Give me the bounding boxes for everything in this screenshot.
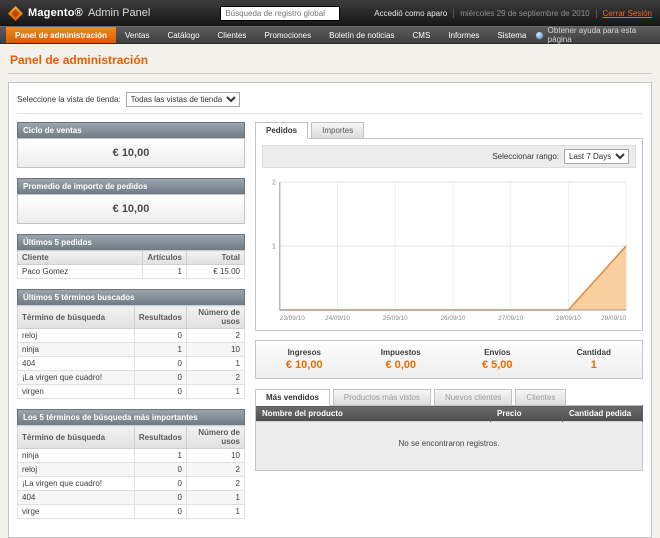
app-title: Admin Panel xyxy=(88,7,150,19)
total-ingresos: Ingresos € 10,00 xyxy=(256,346,353,373)
last-search-table: Término de búsqueda Resultados Número de… xyxy=(17,305,245,399)
last-orders-box: Últimos 5 pedidos Cliente Artículos Tota… xyxy=(17,234,245,279)
average-orders-value: € 10,00 xyxy=(17,194,245,224)
brand-name: Magento® xyxy=(28,7,83,19)
svg-text:28/09/10: 28/09/10 xyxy=(556,315,581,322)
global-search-input[interactable] xyxy=(220,6,340,21)
nav-item-cms[interactable]: CMS xyxy=(404,27,440,43)
total-cantidad: Cantidad 1 xyxy=(546,346,643,373)
svg-text:26/09/10: 26/09/10 xyxy=(440,315,465,322)
svg-text:25/09/10: 25/09/10 xyxy=(383,315,408,322)
svg-text:27/09/10: 27/09/10 xyxy=(498,315,523,322)
average-orders-title: Promedio de importe de pedidos xyxy=(17,178,245,194)
nav-item-boletin[interactable]: Boletín de noticias xyxy=(320,27,403,43)
column-header: Número de usos xyxy=(187,426,245,449)
store-switcher-label: Seleccione la vista de tienda: xyxy=(17,95,121,104)
nav-item-dashboard[interactable]: Panel de administración xyxy=(6,27,116,43)
column-header: Resultados xyxy=(134,306,186,329)
column-header: Nombre del producto xyxy=(256,406,491,422)
column-header: Artículos xyxy=(143,251,187,265)
total-impuestos: Impuestos € 0,00 xyxy=(353,346,450,373)
top-bar: Magento® Admin Panel Accedió como aparo … xyxy=(0,0,660,26)
svg-text:2: 2 xyxy=(272,179,276,186)
orders-chart: 1 2 23/09/10 24/09/10 25/09/10 26/09/10 27/09/… xyxy=(262,174,636,324)
column-header: Cantidad pedida xyxy=(563,406,643,422)
tab-mas-vendidos[interactable]: Más vendidos xyxy=(255,389,330,406)
svg-text:24/09/10: 24/09/10 xyxy=(325,315,350,322)
nav-item-catalogo[interactable]: Catálogo xyxy=(159,27,209,43)
total-envios: Envíos € 5,00 xyxy=(449,346,546,373)
store-view-select[interactable]: Todas las vistas de tienda xyxy=(126,92,240,107)
page-help-link[interactable]: Obtener ayuda para esta página xyxy=(535,27,660,43)
nav-item-clientes[interactable]: Clientes xyxy=(209,27,256,43)
logout-link[interactable]: Cerrar Sesión xyxy=(596,9,652,18)
grid-tabs: Más vendidos Productos más vistos Nuevos… xyxy=(255,389,643,406)
top-search-title: Los 5 términos de búsqueda más important… xyxy=(17,409,245,425)
tab-clientes[interactable]: Clientes xyxy=(515,389,566,406)
table-row[interactable]: virgen 0 1 xyxy=(18,385,245,399)
tab-pedidos[interactable]: Pedidos xyxy=(255,122,308,139)
svg-text:1: 1 xyxy=(272,243,276,250)
nav-item-promociones[interactable]: Promociones xyxy=(255,27,320,43)
top-search-box: Los 5 términos de búsqueda más important… xyxy=(17,409,245,519)
logged-in-text: Accedió como aparo xyxy=(374,9,447,18)
nav-item-informes[interactable]: Informes xyxy=(439,27,488,43)
dashboard-right-column: Pedidos Importes Seleccionar rango: Last… xyxy=(255,122,643,471)
table-row[interactable]: 404 0 1 xyxy=(18,491,245,505)
totals-bar: Ingresos € 10,00 Impuestos € 0,00 Envíos… xyxy=(255,340,643,379)
svg-text:23/09/10: 23/09/10 xyxy=(280,315,305,322)
page-title: Panel de administración xyxy=(8,51,652,74)
tab-productos-mas-vistos[interactable]: Productos más vistos xyxy=(333,389,431,406)
table-row[interactable]: Paco Gomez 1 € 15.00 xyxy=(18,265,245,279)
table-row[interactable]: ¡La virgen que cuadro! 0 2 xyxy=(18,371,245,385)
dashboard-left-column: Ciclo de ventas € 10,00 Promedio de impo… xyxy=(17,122,245,529)
help-label: Obtener ayuda para esta página xyxy=(548,26,652,44)
table-row[interactable]: 404 0 1 xyxy=(18,357,245,371)
table-row[interactable]: reloj 0 2 xyxy=(18,329,245,343)
nav-item-sistema[interactable]: Sistema xyxy=(488,27,535,43)
range-select[interactable]: Last 7 Days xyxy=(564,149,629,164)
lifetime-sales-value: € 10,00 xyxy=(17,138,245,168)
column-header: Precio xyxy=(491,406,563,422)
dashboard-container: Seleccione la vista de tienda: Todas las… xyxy=(8,82,652,538)
nav-item-ventas[interactable]: Ventas xyxy=(116,27,158,43)
chart-panel: Seleccionar rango: Last 7 Days 1 2 23/09/1… xyxy=(255,138,643,331)
chart-tabs: Pedidos Importes xyxy=(255,122,643,139)
page-content: Panel de administración Seleccione la vi… xyxy=(0,44,660,538)
main-nav: Panel de administración Ventas Catálogo … xyxy=(0,26,660,44)
table-row[interactable]: ninja 1 10 xyxy=(18,343,245,357)
magento-logo: Magento® Admin Panel xyxy=(8,6,150,21)
magento-logo-icon xyxy=(8,6,23,21)
table-row[interactable]: ¡La virgen que cuadro! 0 2 xyxy=(18,477,245,491)
bestsellers-table: Nombre del producto Precio Cantidad pedi… xyxy=(255,405,643,471)
column-header: Número de usos xyxy=(187,306,245,329)
last-search-title: Últimos 5 términos buscados xyxy=(17,289,245,305)
lifetime-sales-box: Ciclo de ventas € 10,00 xyxy=(17,122,245,168)
table-row[interactable]: ninja 1 10 xyxy=(18,449,245,463)
empty-message: No se encontraron registros. xyxy=(256,422,643,471)
help-icon xyxy=(535,31,543,40)
empty-row: No se encontraron registros. xyxy=(256,422,643,471)
table-row[interactable]: virge 0 1 xyxy=(18,505,245,519)
tab-importes[interactable]: Importes xyxy=(311,122,364,139)
last-orders-title: Últimos 5 pedidos xyxy=(17,234,245,250)
column-header: Término de búsqueda xyxy=(18,426,135,449)
current-date: miércoles 29 de septiembre de 2010 xyxy=(453,9,589,18)
column-header: Resultados xyxy=(134,426,186,449)
tab-nuevos-clientes[interactable]: Nuevos clientes xyxy=(434,389,512,406)
column-header: Cliente xyxy=(18,251,143,265)
top-search-table: Término de búsqueda Resultados Número de… xyxy=(17,425,245,519)
table-row[interactable]: reloj 0 2 xyxy=(18,463,245,477)
svg-text:29/09/10: 29/09/10 xyxy=(601,315,626,322)
average-orders-box: Promedio de importe de pedidos € 10,00 xyxy=(17,178,245,224)
range-label: Seleccionar rango: xyxy=(492,152,559,161)
last-search-box: Últimos 5 términos buscados Término de b… xyxy=(17,289,245,399)
column-header: Total xyxy=(187,251,245,265)
range-bar: Seleccionar rango: Last 7 Days xyxy=(262,145,636,168)
store-switcher: Seleccione la vista de tienda: Todas las… xyxy=(17,91,643,114)
column-header: Término de búsqueda xyxy=(18,306,135,329)
lifetime-sales-title: Ciclo de ventas xyxy=(17,122,245,138)
last-orders-table: Cliente Artículos Total Paco Gomez 1 € 1… xyxy=(17,250,245,279)
